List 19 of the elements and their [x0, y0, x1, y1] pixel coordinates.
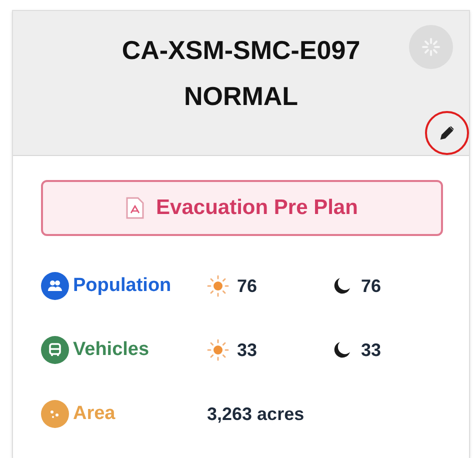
day-count: 76 [237, 274, 258, 298]
evacuation-plan-button[interactable]: Evacuation Pre Plan [41, 180, 443, 236]
sun-icon [207, 339, 229, 361]
stat-label: Vehicles [73, 338, 150, 362]
moon-icon [333, 341, 351, 359]
spinner-icon [409, 25, 453, 69]
area-value: 3,263 acres [207, 402, 304, 426]
sun-icon [207, 275, 229, 297]
day-count: 33 [237, 338, 258, 362]
night-count: 76 [361, 274, 382, 298]
edit-button[interactable] [425, 111, 469, 155]
pdf-icon [126, 197, 144, 219]
status-text: NORMAL [184, 80, 298, 113]
stat-label: Population [73, 274, 172, 298]
night-count: 33 [361, 338, 382, 362]
pencil-icon [439, 125, 455, 141]
stat-label: Area [73, 402, 116, 426]
location-title: CA-XSM-SMC-E097 [122, 34, 360, 67]
moon-icon [333, 277, 351, 295]
